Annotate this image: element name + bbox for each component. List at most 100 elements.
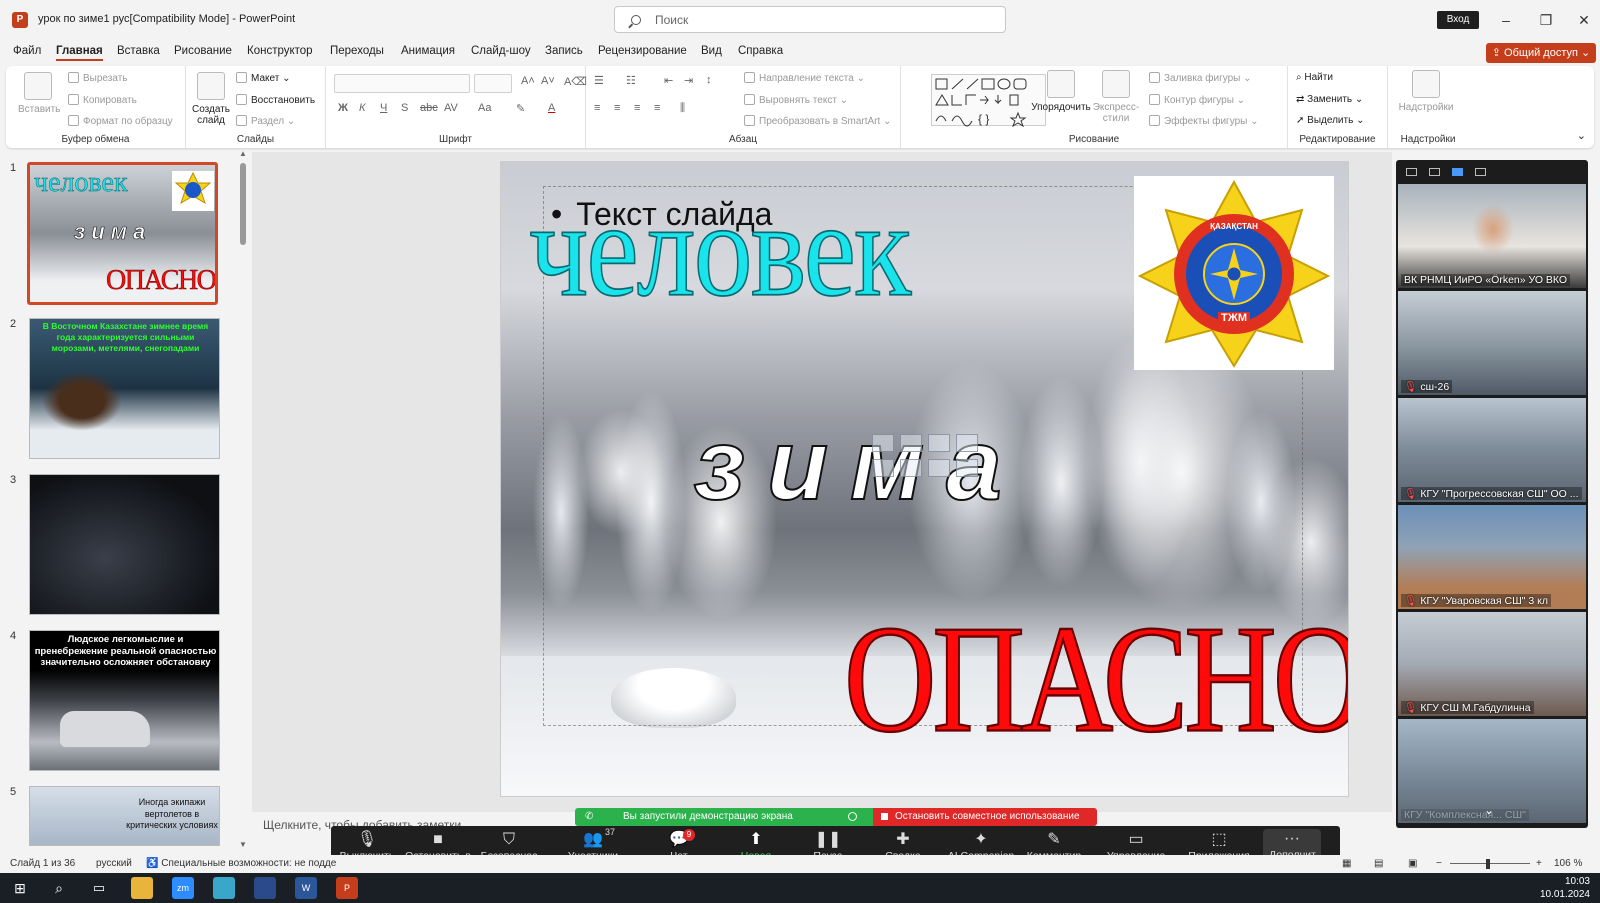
speaker-view-icon[interactable] [1429,168,1440,176]
zoom-slider[interactable] [1450,863,1530,864]
font-size-select[interactable] [474,74,512,93]
smartart-button[interactable]: Преобразовать в SmartArt ⌄ [744,115,891,127]
tab-draw[interactable]: Рисование [174,45,232,57]
layout-button[interactable]: Макет ⌄ [236,72,290,84]
format-painter-button[interactable]: Формат по образцу [68,115,173,127]
restore-button[interactable]: ❐ [1531,8,1561,32]
task-view-icon[interactable]: ▭ [88,877,110,899]
reading-view-icon[interactable]: ▣ [1408,858,1417,869]
tab-slideshow[interactable]: Слайд-шоу [471,45,531,57]
accessibility-status[interactable]: ♿ Специальные возможности: не подде [146,858,336,869]
tab-insert[interactable]: Вставка [117,45,160,57]
video-tile[interactable]: 🎙 КГУ "Уваровская СШ" 3 кл [1398,505,1586,609]
video-tile[interactable]: 🎙 КГУ СШ М.Габдулинна [1398,612,1586,716]
insert-online-picture-icon[interactable] [900,459,922,477]
shrink-font-icon[interactable]: A˅ [541,75,555,87]
thumbnail-slide-2[interactable]: В Восточном Казахстане зимнее время года… [29,318,220,459]
insert-smartart-icon[interactable] [928,434,950,452]
stop-share-button[interactable]: Остановить совместное использование [873,808,1097,826]
section-button[interactable]: Раздел ⌄ [236,115,295,127]
shapes-gallery[interactable]: { } [931,74,1046,128]
gallery-view-icon[interactable] [1475,168,1486,176]
share-button[interactable]: ⇪ Общий доступ ⌄ [1486,43,1596,63]
python-app-icon[interactable] [254,877,276,899]
select-button[interactable]: ➚ Выделить ⌄ [1296,115,1364,126]
paste-button[interactable]: Вставить [18,72,60,115]
shape-effects-button[interactable]: Эффекты фигуры ⌄ [1149,115,1259,127]
insert-table-icon[interactable] [872,434,894,452]
file-explorer-icon[interactable] [131,877,153,899]
zoom-app-icon[interactable]: zm [172,877,194,899]
bullets-icon[interactable]: ☰ [594,74,604,87]
system-clock[interactable]: 10:03 10.01.2024 [1540,875,1590,901]
decrease-indent-icon[interactable]: ⇤ [664,74,673,87]
underline-button[interactable]: Ч [380,102,387,114]
zoom-in-icon[interactable]: + [1536,858,1542,869]
app-icon[interactable] [213,877,235,899]
video-tile[interactable]: ВК РНМЦ ИиРО «Örken» УО ВКО [1398,184,1586,288]
font-family-select[interactable] [334,74,470,93]
justify-icon[interactable]: ≡ [654,102,660,114]
thumbnail-slide-3[interactable] [29,474,220,615]
columns-icon[interactable]: ⫼ [680,102,685,115]
arrange-button[interactable]: Упорядочить [1031,70,1091,113]
new-slide-button[interactable]: Создать слайд [190,72,232,126]
strikethrough-button[interactable]: abc [420,102,438,114]
align-center-icon[interactable]: ≡ [614,102,620,114]
grow-font-icon[interactable]: A˄ [521,75,535,87]
find-button[interactable]: ⌕ Найти [1296,72,1333,83]
video-tile[interactable]: 🎙 КГУ "Прогрессовская СШ" ОО ... [1398,398,1586,502]
thumbnail-slide-1[interactable]: человек зима ОПАСНОСТЬ! [27,162,218,305]
main-slide[interactable]: человек Текст слайда зима ОПАСНОСТЬ! ҚАЗ… [500,161,1349,797]
thumbnails-scrollbar[interactable]: ▲ ▼ [239,149,247,849]
cut-button[interactable]: Вырезать [68,72,127,84]
addins-button[interactable]: Надстройки [1396,70,1456,113]
quick-styles-button[interactable]: Экспресс-стили [1091,70,1141,124]
insert-3d-icon[interactable] [956,434,978,452]
wordart-danger[interactable]: ОПАСНОСТЬ! [843,601,1348,757]
chevron-down-icon[interactable]: ⌄ [1484,803,1494,817]
tab-review[interactable]: Рецензирование [598,45,687,57]
scroll-down-icon[interactable]: ▼ [239,840,247,849]
text-direction-button[interactable]: Направление текста ⌄ [744,72,865,84]
tab-transitions[interactable]: Переходы [330,45,384,57]
thumbnails-scroll-thumb[interactable] [240,163,246,245]
minimize-button[interactable]: – [1491,8,1521,32]
replace-button[interactable]: ⇄ Заменить ⌄ [1296,94,1363,105]
highlight-icon[interactable]: ✎ [516,102,525,115]
ribbon-collapse-icon[interactable]: ⌄ [1577,129,1586,142]
align-text-button[interactable]: Выровнять текст ⌄ [744,94,848,106]
thumbnail-slide-5[interactable]: Иногда экипажи вертолетов в критических … [29,786,220,846]
tab-design[interactable]: Конструктор [247,45,313,57]
insert-picture-icon[interactable] [872,459,894,477]
slide-bullet-text[interactable]: Текст слайда [551,196,772,233]
search-box[interactable]: Поиск [614,6,1006,33]
windows-start-icon[interactable]: ⊞ [9,877,31,899]
copy-button[interactable]: Копировать [68,94,137,106]
insert-chart-icon[interactable] [900,434,922,452]
tab-file[interactable]: Файл [13,45,41,57]
font-color-icon[interactable]: A [548,102,555,114]
align-left-icon[interactable]: ≡ [594,102,600,114]
language-indicator[interactable]: русский [96,858,132,869]
slide-sorter-icon[interactable]: ▤ [1374,858,1383,869]
tab-home[interactable]: Главная [56,45,103,61]
zoom-slider-thumb[interactable] [1486,859,1490,869]
line-spacing-icon[interactable]: ↕ [706,74,712,86]
align-right-icon[interactable]: ≡ [634,102,640,114]
word-app-icon[interactable]: W [295,877,317,899]
shadow-button[interactable]: S [401,102,408,114]
minimize-view-icon[interactable] [1406,168,1417,176]
shape-outline-button[interactable]: Контур фигуры ⌄ [1149,94,1245,106]
italic-button[interactable]: К [359,102,365,114]
zoom-out-icon[interactable]: − [1436,858,1442,869]
change-case-button[interactable]: Aa [478,102,491,114]
shape-fill-button[interactable]: Заливка фигуры ⌄ [1149,72,1252,84]
tab-animations[interactable]: Анимация [401,45,455,57]
search-icon[interactable]: ⌕ [48,877,70,899]
insert-icons-icon[interactable] [956,459,978,477]
numbering-icon[interactable]: ☷ [626,74,636,87]
clear-format-icon[interactable]: A⌫ [564,75,587,88]
tab-view[interactable]: Вид [701,45,722,57]
increase-indent-icon[interactable]: ⇥ [684,74,693,87]
